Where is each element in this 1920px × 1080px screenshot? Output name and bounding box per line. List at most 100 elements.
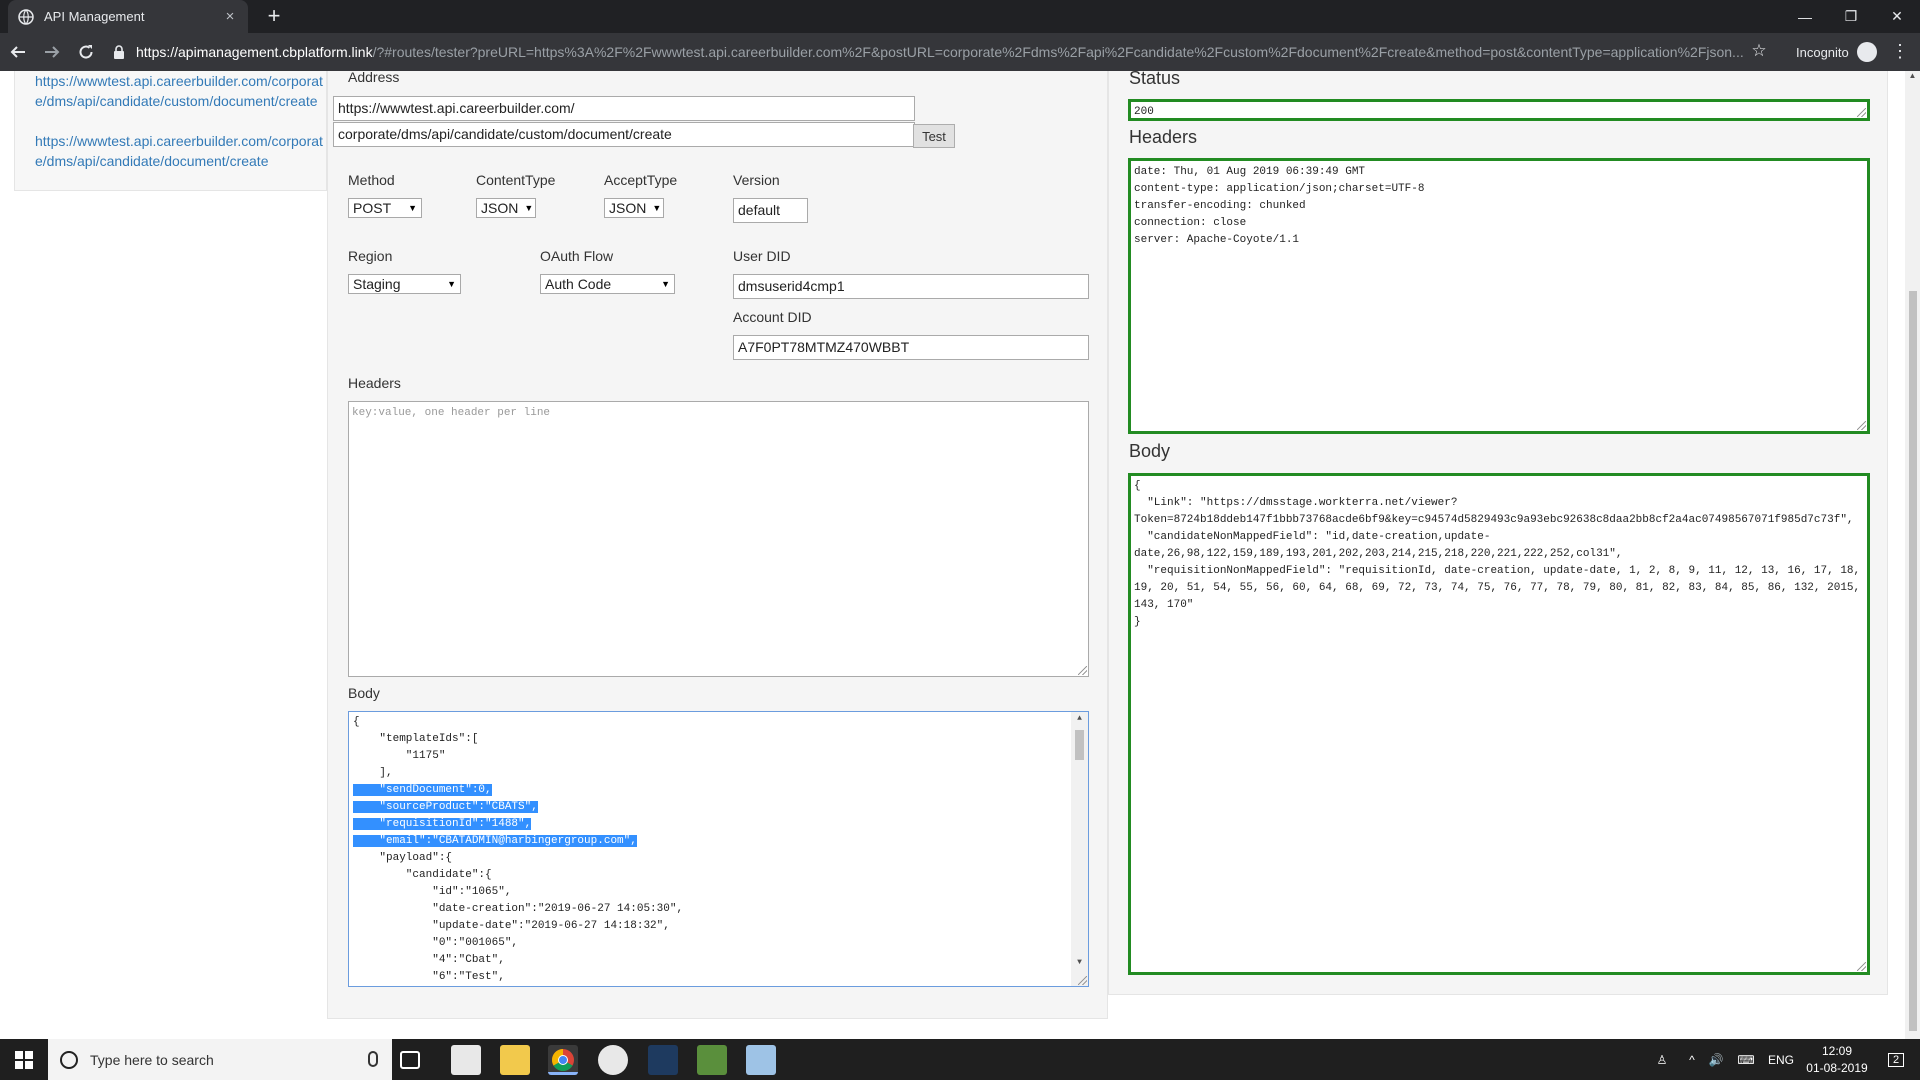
endpoint-link-document-create[interactable]: https://wwwtest.api.careerbuilder.com/co… xyxy=(35,131,325,171)
address-label: Address xyxy=(348,71,400,85)
region-label: Region xyxy=(348,248,393,264)
mail-app-icon[interactable] xyxy=(451,1045,481,1075)
request-headers-textarea[interactable]: key:value, one header per line xyxy=(348,401,1089,677)
chrome-app-icon[interactable] xyxy=(548,1045,578,1075)
response-headers-output: server: Apache-Coyote/1.1 connection: clo… xyxy=(1128,158,1870,434)
request-body-line: "6":"Test", xyxy=(353,971,505,983)
user-did-label: User DID xyxy=(733,248,791,264)
search-icon xyxy=(60,1050,78,1069)
task-view-icon[interactable] xyxy=(400,1051,420,1069)
base-url-input[interactable]: https://wwwtest.api.careerbuilder.com/ xyxy=(333,96,915,121)
oauth-flow-value: Auth Code xyxy=(545,276,612,292)
resize-handle-icon[interactable] xyxy=(1857,108,1866,117)
api-tester-page: https://wwwtest.api.careerbuilder.com/co… xyxy=(0,71,1920,1039)
method-label: Method xyxy=(348,172,395,188)
volume-icon[interactable]: 🔊 xyxy=(1704,1039,1728,1080)
reload-button[interactable] xyxy=(70,36,102,68)
incognito-indicator[interactable]: Incognito xyxy=(1796,42,1877,62)
user-did-input[interactable]: dmsuserid4cmp1 xyxy=(733,274,1089,299)
globe-icon xyxy=(18,8,34,25)
page-scroll-thumb[interactable] xyxy=(1909,291,1917,1031)
body-scrollbar[interactable]: ▲ ▼ xyxy=(1071,712,1088,986)
region-select[interactable]: Staging ▼ xyxy=(348,274,461,294)
response-body-line: { xyxy=(1134,480,1141,492)
language-indicator[interactable]: ENG xyxy=(1764,1039,1798,1080)
tab-close-icon[interactable]: × xyxy=(222,8,238,25)
back-button[interactable] xyxy=(2,36,34,68)
resize-handle-icon[interactable] xyxy=(1078,666,1087,675)
browser-tab[interactable]: API Management × xyxy=(8,0,248,33)
taskbar-clock[interactable]: 12:09 01-08-2019 xyxy=(1803,1043,1871,1077)
arrow-right-icon xyxy=(45,46,60,58)
close-window-button[interactable]: ✕ xyxy=(1874,0,1920,33)
path-url-input[interactable]: corporate/dms/api/candidate/custom/docum… xyxy=(333,122,915,147)
status-output: 200 xyxy=(1128,99,1870,121)
slack-app-icon[interactable] xyxy=(598,1045,628,1075)
request-body-line: "payload":{ xyxy=(353,852,453,864)
clock-date: 01-08-2019 xyxy=(1806,1061,1868,1075)
browser-toolbar: https://apimanagement.cbplatform.link/?#… xyxy=(0,33,1920,71)
oauth-flow-select[interactable]: Auth Code ▼ xyxy=(540,274,675,294)
status-value: 200 xyxy=(1134,106,1154,118)
start-button[interactable] xyxy=(0,1039,48,1080)
arrow-left-icon xyxy=(10,46,25,58)
response-header-line: server: Apache-Coyote/1.1 xyxy=(1134,234,1300,246)
address-bar[interactable]: https://apimanagement.cbplatform.link/?#… xyxy=(112,37,1772,67)
resize-handle-icon[interactable] xyxy=(1857,421,1866,430)
endpoint-link-custom-document-create[interactable]: https://wwwtest.api.careerbuilder.com/co… xyxy=(35,71,325,111)
bookmark-star-icon[interactable]: ☆ xyxy=(1748,41,1770,63)
account-did-input[interactable]: A7F0PT78MTMZ470WBBT xyxy=(733,335,1089,360)
new-tab-button[interactable]: + xyxy=(262,5,286,29)
forward-button[interactable] xyxy=(36,36,68,68)
restore-button[interactable]: ❐ xyxy=(1828,0,1874,33)
response-body-line: Token=8724b18ddeb147f1bbb73768acde6bf9&k… xyxy=(1134,514,1854,526)
dropdown-arrow-icon: ▼ xyxy=(408,203,417,213)
scroll-thumb[interactable] xyxy=(1075,730,1084,760)
accept-type-select[interactable]: JSON ▼ xyxy=(604,198,664,218)
request-panel: Address https://wwwtest.api.careerbuilde… xyxy=(327,71,1108,1019)
request-body-line: { xyxy=(353,716,360,728)
request-body-line: ], xyxy=(353,767,393,779)
content-type-select[interactable]: JSON ▼ xyxy=(476,198,536,218)
request-body-line: "sendDocument":0, xyxy=(353,784,492,796)
visual-studio-icon[interactable] xyxy=(648,1045,678,1075)
microphone-icon[interactable] xyxy=(368,1051,378,1067)
scroll-up-icon[interactable]: ▲ xyxy=(1905,71,1920,85)
scroll-down-icon[interactable]: ▼ xyxy=(1071,956,1088,970)
request-body-line: "email":"CBATADMIN@harbingergroup.com", xyxy=(353,835,637,847)
resize-handle-icon[interactable] xyxy=(1857,962,1866,971)
tray-chevron-up-icon[interactable]: ^ xyxy=(1680,1039,1704,1080)
windows-taskbar: Type here to search ♙ ^ 🔊 ⌨ ENG 12:09 01… xyxy=(0,1039,1920,1080)
response-body-line: "requisitionNonMappedField": "requisitio… xyxy=(1134,565,1861,577)
request-body-textarea[interactable]: "6":"Test", "4":"Cbat", "0":"001065", "u… xyxy=(348,711,1089,987)
notification-center-icon[interactable]: 2 xyxy=(1878,1039,1914,1080)
accept-type-label: AcceptType xyxy=(604,172,678,188)
region-value: Staging xyxy=(353,276,401,292)
spreadsheet-app-icon[interactable] xyxy=(697,1045,727,1075)
method-select[interactable]: POST ▼ xyxy=(348,198,422,218)
request-body-line: "1175" xyxy=(353,750,446,762)
incognito-icon xyxy=(1856,42,1877,62)
browser-menu-icon[interactable]: ⋮ xyxy=(1890,41,1910,62)
version-input[interactable]: default xyxy=(733,198,808,223)
resize-handle-icon[interactable] xyxy=(1078,976,1087,985)
reload-icon xyxy=(79,45,93,59)
people-icon[interactable]: ♙ xyxy=(1647,1039,1677,1080)
file-explorer-icon[interactable] xyxy=(500,1045,530,1075)
request-body-line: "4":"Cbat", xyxy=(353,954,505,966)
response-body-label: Body xyxy=(1129,441,1171,461)
test-button[interactable]: Test xyxy=(913,124,955,148)
response-body-line: } xyxy=(1134,616,1141,628)
request-body-line: "requisitionId":"1488", xyxy=(353,818,532,830)
response-header-line: date: Thu, 01 Aug 2019 06:39:49 GMT xyxy=(1134,166,1366,178)
keyboard-icon[interactable]: ⌨ xyxy=(1732,1039,1760,1080)
content-type-value: JSON xyxy=(481,200,519,216)
minimize-button[interactable]: — xyxy=(1782,0,1828,33)
taskbar-search-box[interactable]: Type here to search xyxy=(48,1039,392,1080)
dropdown-arrow-icon: ▼ xyxy=(447,279,456,289)
windows-logo-icon xyxy=(15,1050,33,1069)
scroll-up-icon[interactable]: ▲ xyxy=(1071,712,1088,726)
page-scrollbar[interactable]: ▲ xyxy=(1905,71,1920,1039)
notes-app-icon[interactable] xyxy=(746,1045,776,1075)
status-label: Status xyxy=(1129,71,1181,88)
